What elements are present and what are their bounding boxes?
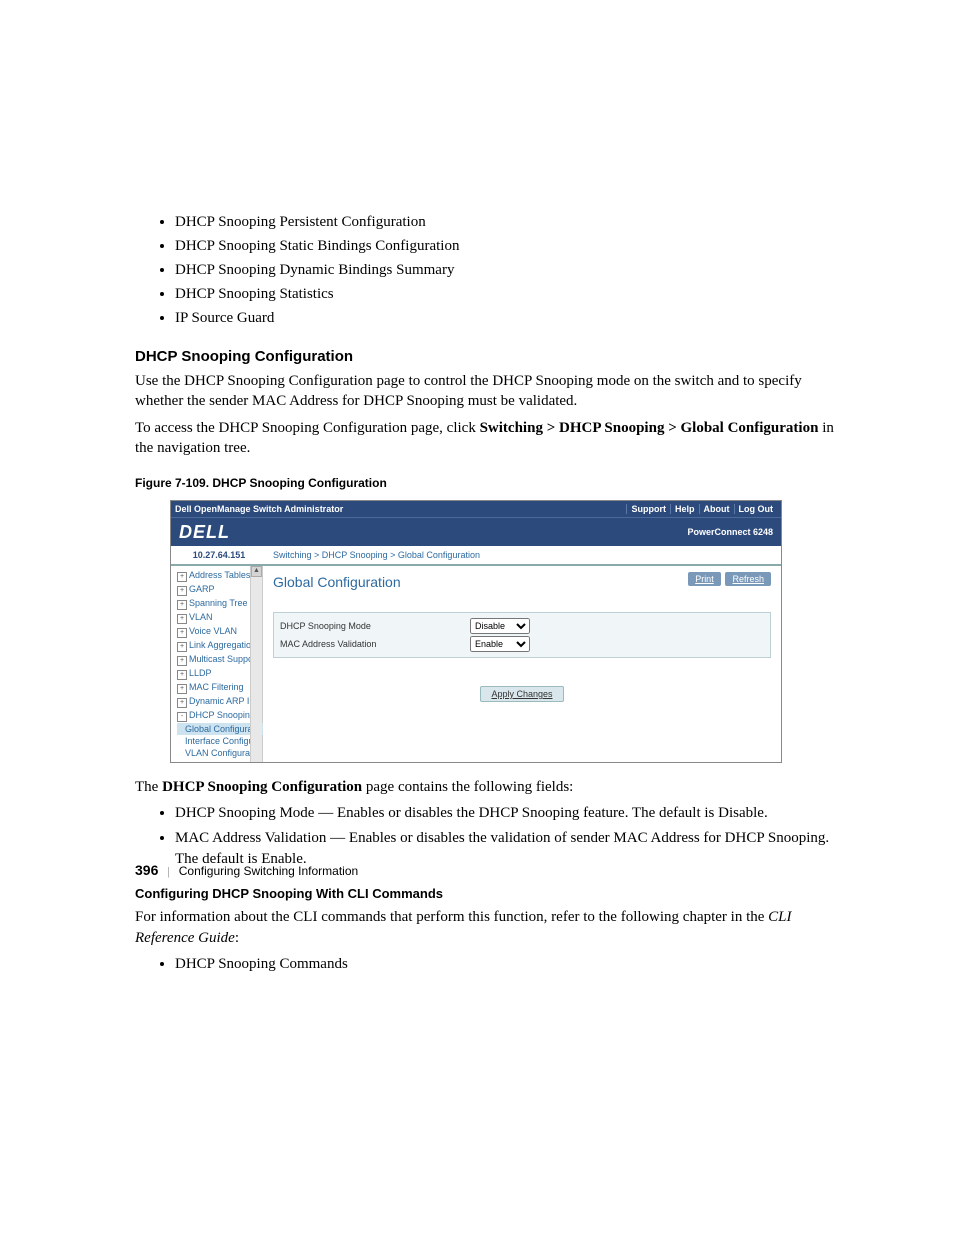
footer-section: Configuring Switching Information xyxy=(179,864,358,878)
expand-icon[interactable]: + xyxy=(177,614,187,624)
paragraph: The DHCP Snooping Configuration page con… xyxy=(135,777,834,797)
refresh-button[interactable]: Refresh xyxy=(725,572,771,586)
mac-validation-select[interactable]: Enable xyxy=(470,636,530,652)
nav-tree[interactable]: +Address Tables +GARP +Spanning Tree +VL… xyxy=(171,566,263,762)
expand-icon[interactable]: + xyxy=(177,628,187,638)
figure-caption: Figure 7-109. DHCP Snooping Configuratio… xyxy=(135,476,834,490)
field-name: MAC Address Validation xyxy=(175,830,326,846)
field-list: DHCP Snooping Mode — Enables or disables… xyxy=(135,803,834,870)
list-item: DHCP Snooping Mode — Enables or disables… xyxy=(175,803,834,824)
text-suffix: page contains the following fields: xyxy=(362,779,573,795)
paragraph: Use the DHCP Snooping Configuration page… xyxy=(135,371,834,412)
row-label: DHCP Snooping Mode xyxy=(280,621,470,631)
expand-icon[interactable]: + xyxy=(177,670,187,680)
list-item: DHCP Snooping Persistent Configuration xyxy=(175,210,834,234)
text-prefix: To access the DHCP Snooping Configuratio… xyxy=(135,420,480,436)
tree-item-mac-filtering[interactable]: +MAC Filtering xyxy=(177,681,255,695)
tree-item-lldp[interactable]: +LLDP xyxy=(177,667,255,681)
scroll-up-icon[interactable]: ▲ xyxy=(251,566,262,577)
field-name: DHCP Snooping Mode xyxy=(175,805,314,821)
print-button[interactable]: Print xyxy=(688,572,721,586)
breadcrumb-bar: 10.27.64.151 Switching > DHCP Snooping >… xyxy=(171,546,781,566)
expand-icon[interactable]: + xyxy=(177,698,187,708)
breadcrumb: Switching > DHCP Snooping > Global Confi… xyxy=(267,546,781,564)
nav-path: Switching > DHCP Snooping > Global Confi… xyxy=(480,420,819,436)
window-titlebar: Dell OpenManage Switch Administrator Sup… xyxy=(171,501,781,517)
support-link[interactable]: Support xyxy=(626,504,670,514)
snooping-mode-select[interactable]: Disable xyxy=(470,618,530,634)
tree-item-spanning-tree[interactable]: +Spanning Tree xyxy=(177,597,255,611)
expand-icon[interactable]: + xyxy=(177,642,187,652)
expand-icon[interactable]: + xyxy=(177,684,187,694)
apply-changes-button[interactable]: Apply Changes xyxy=(480,686,563,702)
config-row: MAC Address Validation Enable xyxy=(280,635,764,653)
brand-bar: DELL PowerConnect 6248 xyxy=(171,517,781,546)
dell-logo: DELL xyxy=(179,522,230,543)
screenshot-figure: Dell OpenManage Switch Administrator Sup… xyxy=(170,500,782,763)
content-panel: Global Configuration Print Refresh DHCP … xyxy=(263,566,781,762)
expand-icon[interactable]: + xyxy=(177,656,187,666)
tree-item-dhcp-snooping[interactable]: -DHCP Snooping xyxy=(177,709,255,723)
list-item: DHCP Snooping Dynamic Bindings Summary xyxy=(175,258,834,282)
help-link[interactable]: Help xyxy=(670,504,699,514)
tree-item-link-aggregation[interactable]: +Link Aggregation xyxy=(177,639,255,653)
logout-link[interactable]: Log Out xyxy=(734,504,778,514)
page-name: DHCP Snooping Configuration xyxy=(162,779,362,795)
tree-item-voice-vlan[interactable]: +Voice VLAN xyxy=(177,625,255,639)
expand-icon[interactable]: + xyxy=(177,600,187,610)
config-row: DHCP Snooping Mode Disable xyxy=(280,617,764,635)
tree-item-address-tables[interactable]: +Address Tables xyxy=(177,569,255,583)
text-prefix: The xyxy=(135,779,162,795)
tree-item-garp[interactable]: +GARP xyxy=(177,583,255,597)
tree-item-multicast-support[interactable]: +Multicast Support xyxy=(177,653,255,667)
top-bullet-list: DHCP Snooping Persistent Configuration D… xyxy=(135,210,834,330)
expand-icon[interactable]: + xyxy=(177,572,187,582)
expand-icon[interactable]: + xyxy=(177,586,187,596)
section-heading: DHCP Snooping Configuration xyxy=(135,348,834,365)
device-ip: 10.27.64.151 xyxy=(171,546,267,564)
list-item: IP Source Guard xyxy=(175,306,834,330)
tree-item-dynamic-arp[interactable]: +Dynamic ARP Inspe xyxy=(177,695,255,709)
page-number: 396 xyxy=(135,862,158,878)
product-label: PowerConnect 6248 xyxy=(687,527,773,537)
window-title: Dell OpenManage Switch Administrator xyxy=(175,504,343,514)
row-label: MAC Address Validation xyxy=(280,639,470,649)
config-table: DHCP Snooping Mode Disable MAC Address V… xyxy=(273,612,771,658)
collapse-icon[interactable]: - xyxy=(177,712,187,722)
paragraph: To access the DHCP Snooping Configuratio… xyxy=(135,418,834,459)
tree-item-vlan[interactable]: +VLAN xyxy=(177,611,255,625)
scrollbar[interactable]: ▲ xyxy=(250,566,262,762)
separator-icon: | xyxy=(167,864,169,878)
field-desc: — Enables or disables the DHCP Snooping … xyxy=(314,805,767,821)
page-footer: 396 | Configuring Switching Information xyxy=(135,862,358,1029)
about-link[interactable]: About xyxy=(699,504,734,514)
list-item: DHCP Snooping Statistics xyxy=(175,282,834,306)
list-item: DHCP Snooping Static Bindings Configurat… xyxy=(175,234,834,258)
